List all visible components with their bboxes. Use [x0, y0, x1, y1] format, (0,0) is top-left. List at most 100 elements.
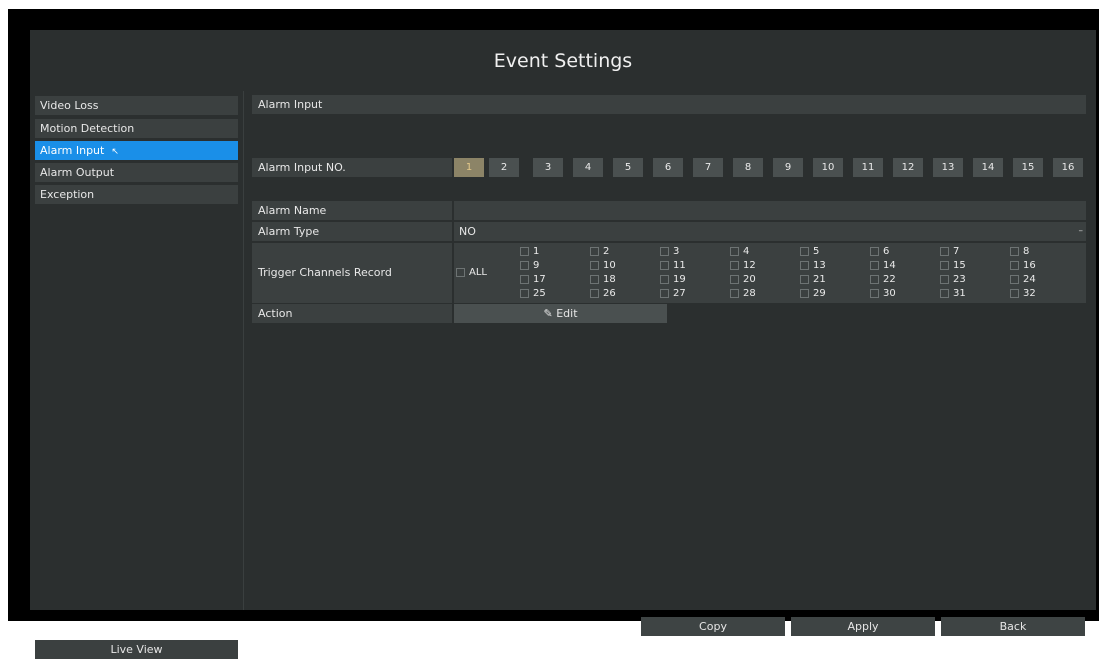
copy-button[interactable]: Copy: [641, 617, 785, 636]
channel-label: 27: [673, 288, 686, 299]
channel-label: 31: [953, 288, 966, 299]
channel-label: 19: [673, 274, 686, 285]
sidebar-item-exception[interactable]: Exception: [35, 185, 238, 204]
channel-checkbox[interactable]: 6: [870, 246, 889, 258]
live-view-button[interactable]: Live View: [35, 640, 238, 659]
channel-checkbox[interactable]: 2: [590, 246, 609, 258]
alarm-input-number-button[interactable]: 10: [813, 158, 843, 177]
channel-label: 16: [1023, 260, 1036, 271]
channel-checkbox[interactable]: 15: [940, 260, 966, 272]
channel-label: 2: [603, 246, 610, 257]
alarm-input-number-button[interactable]: 4: [573, 158, 603, 177]
channel-checkbox[interactable]: 22: [870, 274, 896, 286]
channel-checkbox[interactable]: 31: [940, 288, 966, 300]
channel-label: 9: [533, 260, 540, 271]
sidebar-item-label: Alarm Output: [40, 166, 115, 179]
alarm-input-number-button[interactable]: 6: [653, 158, 683, 177]
alarm-type-select[interactable]: NO –: [454, 222, 1086, 241]
channel-checkbox[interactable]: 13: [800, 260, 826, 272]
channel-label: 26: [603, 288, 616, 299]
channel-checkbox[interactable]: 4: [730, 246, 749, 258]
back-button[interactable]: Back: [941, 617, 1085, 636]
checkbox-icon: [940, 274, 949, 284]
channel-checkbox[interactable]: 28: [730, 288, 756, 300]
channel-checkbox[interactable]: 26: [590, 288, 616, 300]
channel-checkbox[interactable]: 9: [520, 260, 539, 272]
channel-checkbox[interactable]: 16: [1010, 260, 1036, 272]
channel-checkbox[interactable]: 19: [660, 274, 686, 286]
channel-label: 30: [883, 288, 896, 299]
channel-checkbox[interactable]: 3: [660, 246, 679, 258]
alarm-input-number-button[interactable]: 3: [533, 158, 563, 177]
alarm-input-number-button[interactable]: 1: [454, 158, 484, 177]
sidebar-item-label: Alarm Input: [40, 144, 105, 157]
alarm-input-number-button[interactable]: 5: [613, 158, 643, 177]
channel-checkbox[interactable]: 23: [940, 274, 966, 286]
alarm-input-number-button[interactable]: 13: [933, 158, 963, 177]
channel-checkbox[interactable]: 7: [940, 246, 959, 258]
checkbox-icon: [590, 274, 599, 284]
checkbox-icon: [520, 260, 529, 270]
channel-label: 24: [1023, 274, 1036, 285]
sidebar-item-video-loss[interactable]: Video Loss: [35, 96, 238, 115]
channel-checkbox[interactable]: 21: [800, 274, 826, 286]
checkbox-icon: [590, 288, 599, 298]
channel-checkbox[interactable]: 25: [520, 288, 546, 300]
checkbox-icon: [1010, 274, 1019, 284]
trigger-channels-label: Trigger Channels Record: [252, 243, 452, 303]
edit-icon: ✎: [543, 307, 553, 320]
channel-checkbox[interactable]: 8: [1010, 246, 1029, 258]
channel-checkbox[interactable]: 5: [800, 246, 819, 258]
checkbox-icon: [940, 260, 949, 270]
page-title: Event Settings: [493, 50, 633, 72]
channel-checkbox[interactable]: 11: [660, 260, 686, 272]
checkbox-icon: [800, 274, 809, 284]
channel-label: 5: [813, 246, 820, 257]
alarm-input-number-button[interactable]: 11: [853, 158, 883, 177]
channel-label: 29: [813, 288, 826, 299]
channel-checkbox[interactable]: 27: [660, 288, 686, 300]
edit-button[interactable]: ✎ Edit: [454, 304, 667, 323]
channel-checkbox[interactable]: 18: [590, 274, 616, 286]
apply-button[interactable]: Apply: [791, 617, 935, 636]
channel-checkbox[interactable]: 14: [870, 260, 896, 272]
alarm-input-number-button[interactable]: 7: [693, 158, 723, 177]
alarm-input-number-button[interactable]: 8: [733, 158, 763, 177]
alarm-input-number-button[interactable]: 16: [1053, 158, 1083, 177]
channel-checkbox[interactable]: 1: [520, 246, 539, 258]
alarm-name-input[interactable]: [454, 201, 1086, 220]
channel-label: 12: [743, 260, 756, 271]
channel-all-checkbox[interactable]: ALL: [456, 267, 487, 279]
checkbox-icon: [1010, 288, 1019, 298]
checkbox-icon: [730, 288, 739, 298]
checkbox-icon: [730, 246, 739, 256]
channel-checkbox[interactable]: 12: [730, 260, 756, 272]
channel-checkbox[interactable]: 17: [520, 274, 546, 286]
channel-checkbox[interactable]: 10: [590, 260, 616, 272]
sidebar-item-label: Exception: [40, 188, 95, 201]
channel-label: 20: [743, 274, 756, 285]
checkbox-icon: [520, 288, 529, 298]
channel-checkbox[interactable]: 20: [730, 274, 756, 286]
checkbox-icon: [730, 260, 739, 270]
alarm-input-number-button[interactable]: 2: [489, 158, 519, 177]
sidebar-item-motion-detection[interactable]: Motion Detection: [35, 119, 238, 138]
channel-checkbox[interactable]: 24: [1010, 274, 1036, 286]
alarm-input-number-button[interactable]: 12: [893, 158, 923, 177]
channel-label: 4: [743, 246, 750, 257]
channel-checkbox[interactable]: 29: [800, 288, 826, 300]
sidebar-item-alarm-input[interactable]: Alarm Input ↖: [35, 141, 238, 160]
alarm-name-label: Alarm Name: [252, 201, 452, 220]
checkbox-icon: [660, 288, 669, 298]
alarm-input-number-button[interactable]: 14: [973, 158, 1003, 177]
channel-label: 6: [883, 246, 890, 257]
alarm-input-number-button[interactable]: 15: [1013, 158, 1043, 177]
checkbox-icon: [456, 267, 465, 277]
alarm-input-number-button[interactable]: 9: [773, 158, 803, 177]
checkbox-icon: [800, 260, 809, 270]
channel-checkbox[interactable]: 32: [1010, 288, 1036, 300]
channel-checkbox[interactable]: 30: [870, 288, 896, 300]
alarm-type-label: Alarm Type: [252, 222, 452, 241]
sidebar-item-alarm-output[interactable]: Alarm Output: [35, 163, 238, 182]
channel-label: 25: [533, 288, 546, 299]
